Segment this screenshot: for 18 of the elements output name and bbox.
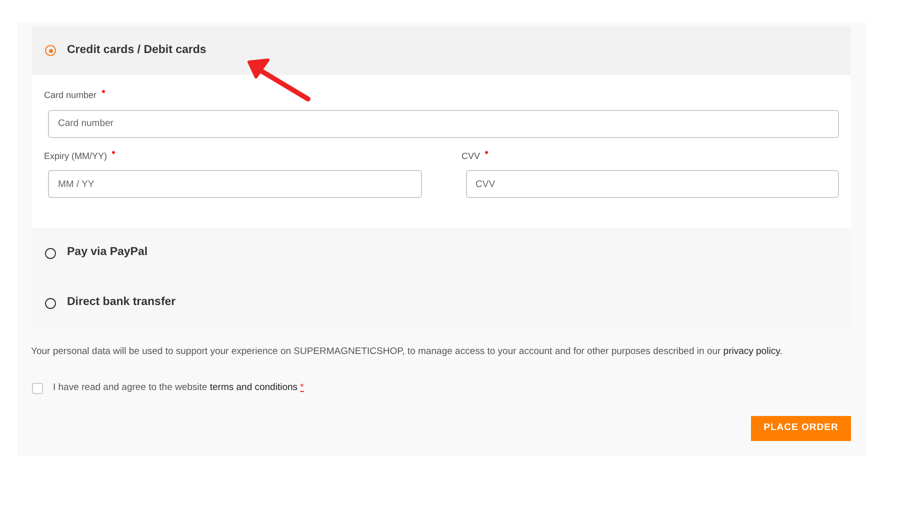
- field-label: Card number: [44, 89, 97, 102]
- privacy-policy-link[interactable]: privacy policy: [723, 346, 780, 357]
- radio-button[interactable]: [45, 248, 56, 258]
- payment-option[interactable]: Direct bank transfer: [32, 278, 851, 328]
- input-field[interactable]: Card number: [48, 110, 839, 138]
- field-label: CVV: [462, 150, 480, 162]
- payment-option[interactable]: Credit cards / Debit cards: [32, 26, 851, 75]
- payment-option[interactable]: Pay via PayPal: [32, 228, 851, 278]
- terms-label: I have read and agree to the website terms and conditions *: [53, 381, 304, 396]
- radio-button[interactable]: [45, 298, 56, 308]
- field-label: Expiry (MM/YY): [44, 150, 107, 163]
- terms-link[interactable]: terms and conditions: [210, 382, 298, 394]
- annotation-arrow: [246, 57, 312, 103]
- privacy-notice: Your personal data will be used to support your experience on SUPERMAGNETICSHOP, to manage access to your account and for other purposes described in our privacy policy.: [31, 345, 784, 359]
- terms-checkbox[interactable]: [32, 382, 43, 394]
- input-field[interactable]: MM / YY: [48, 170, 422, 198]
- input-field[interactable]: CVV: [466, 170, 839, 198]
- radio-button[interactable]: [45, 45, 56, 56]
